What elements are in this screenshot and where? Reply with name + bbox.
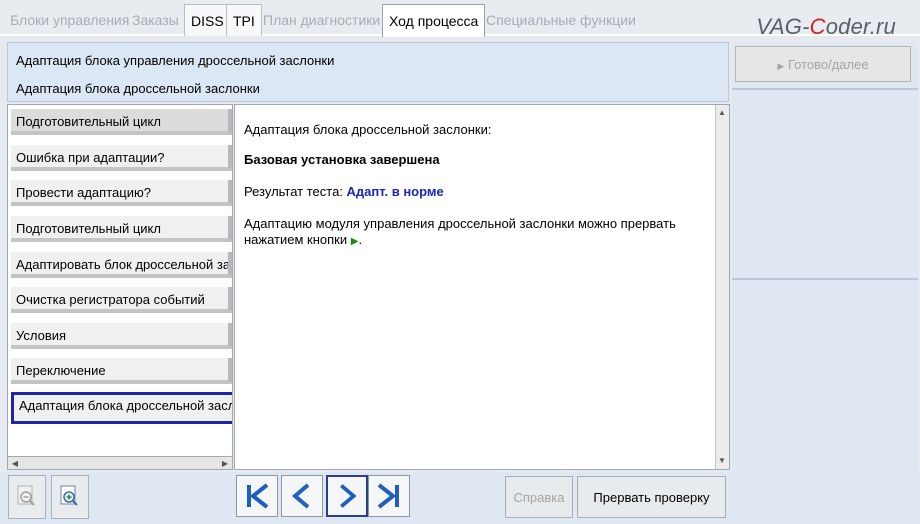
zoom-in-icon xyxy=(60,485,78,506)
zoom-in-button[interactable] xyxy=(51,475,89,519)
step-item[interactable]: Очистка регистратора событий xyxy=(11,287,232,313)
procedure-title: Адаптация блока управления дроссельной з… xyxy=(16,53,335,68)
play-icon: ▶ xyxy=(350,236,359,247)
panel-divider xyxy=(732,88,918,90)
tab-orders: Заказы xyxy=(132,12,179,28)
watermark-logo: VAG-Coder.ru xyxy=(756,14,896,39)
procedure-subtitle: Адаптация блока дроссельной заслонки xyxy=(16,81,260,96)
panel-divider xyxy=(732,278,918,280)
ready-next-button: ▶ Готово/далее xyxy=(735,46,911,82)
instruction-line-1: Адаптацию модуля управления дроссельной … xyxy=(244,216,676,231)
step-list: Подготовительный цикл Ошибка при адаптац… xyxy=(7,104,233,458)
procedure-header: Адаптация блока управления дроссельной з… xyxy=(7,42,729,102)
step-item[interactable]: Подготовительный цикл xyxy=(11,216,232,242)
step-list-scrollbar[interactable]: ◀ ▶ xyxy=(7,456,233,470)
tab-process[interactable]: Ход процесса xyxy=(382,4,486,37)
first-step-button[interactable] xyxy=(236,475,278,517)
zoom-out-button[interactable] xyxy=(8,475,46,519)
scroll-right-icon[interactable]: ▶ xyxy=(220,459,230,469)
step-item[interactable]: Условия xyxy=(11,323,232,349)
zoom-out-icon xyxy=(17,485,35,506)
skip-first-icon xyxy=(247,483,269,509)
abort-test-button[interactable]: Прервать проверку xyxy=(577,476,726,518)
skip-last-icon xyxy=(377,483,399,509)
chevron-right-icon xyxy=(340,484,357,508)
tab-diagnostic-plan: План диагностики xyxy=(263,12,381,28)
step-item-current[interactable]: Адаптация блока дроссельной заслонки xyxy=(11,392,232,424)
result-value: Адапт. в норме xyxy=(346,184,444,199)
scroll-up-icon[interactable]: ▲ xyxy=(717,108,727,118)
diagnostic-app-window: Блоки управления Заказы DISS TPI План ди… xyxy=(0,0,920,524)
tab-control-units: Блоки управления xyxy=(10,12,130,28)
result-label: Результат теста: xyxy=(244,184,343,199)
next-step-button[interactable] xyxy=(326,475,368,517)
status-message: Базовая установка завершена xyxy=(244,152,440,167)
bottom-toolbar: Справка Прервать проверку xyxy=(0,472,920,524)
chevron-left-icon xyxy=(291,483,310,509)
tab-special-functions: Специальные функции xyxy=(486,12,636,28)
message-scrollbar[interactable]: ▲ ▼ xyxy=(715,105,729,469)
last-step-button[interactable] xyxy=(368,475,410,517)
instruction-line-2: нажатием кнопки ▶. xyxy=(244,232,363,247)
help-button: Справка xyxy=(505,476,573,518)
step-item[interactable]: Адаптировать блок дроссельной заслонки xyxy=(11,252,232,278)
play-icon: ▶ xyxy=(777,61,785,71)
right-panel: ▶ Готово/далее xyxy=(732,42,918,516)
scroll-down-icon[interactable]: ▼ xyxy=(717,456,727,466)
message-heading: Адаптация блока дроссельной заслонки: xyxy=(244,122,492,137)
step-item[interactable]: Переключение xyxy=(11,358,232,384)
scroll-left-icon[interactable]: ◀ xyxy=(10,459,20,469)
step-item[interactable]: Провести адаптацию? xyxy=(11,180,232,206)
message-area: Адаптация блока дроссельной заслонки: Ба… xyxy=(234,104,730,470)
previous-step-button[interactable] xyxy=(281,475,323,517)
step-item[interactable]: Подготовительный цикл xyxy=(11,109,232,135)
tab-diss[interactable]: DISS xyxy=(184,4,231,36)
step-item[interactable]: Ошибка при адаптации? xyxy=(11,145,232,171)
tab-bar: Блоки управления Заказы DISS TPI План ди… xyxy=(0,0,920,39)
test-result: Результат теста: Адапт. в норме xyxy=(244,184,444,199)
